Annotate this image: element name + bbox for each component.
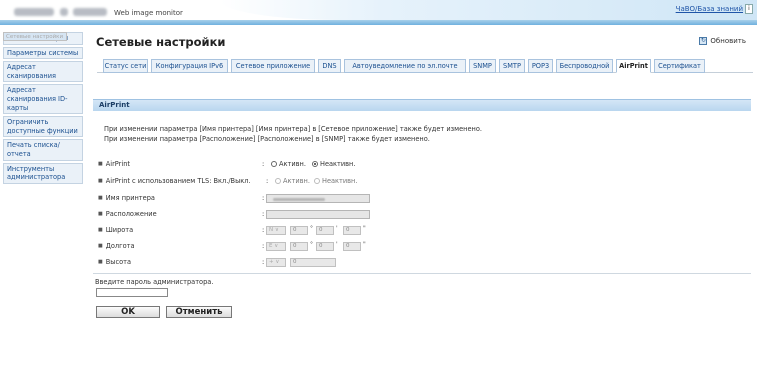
airprint-row: AirPrint : Активн. Неактивн. <box>98 160 748 170</box>
colon: : <box>262 194 265 202</box>
airprint-tls-label: AirPrint с использованием TLS: Вкл./Выкл… <box>98 177 251 185</box>
second-symbol: " <box>363 225 366 232</box>
latitude-label: Широта <box>98 226 133 234</box>
colon: : <box>262 160 265 168</box>
printer-name-label: Имя принтера <box>98 194 155 202</box>
radio-icon <box>271 161 277 167</box>
header-band <box>0 20 757 25</box>
admin-password-input[interactable] <box>96 288 168 297</box>
degree-symbol: ° <box>310 241 313 248</box>
degree-symbol: ° <box>310 225 313 232</box>
longitude-direction-select[interactable]: E ∨ <box>266 242 286 251</box>
longitude-degrees-input[interactable]: 0 <box>290 242 308 251</box>
airprint-tls-active-label: Активн. <box>283 177 310 185</box>
tab-wireless[interactable]: Беспроводной <box>556 59 613 73</box>
refresh-label: Обновить <box>710 37 746 45</box>
location-row: Расположение : <box>98 210 748 220</box>
password-label: Введите пароль администратора. <box>95 278 214 286</box>
tab-snmp[interactable]: SNMP <box>469 59 496 73</box>
colon: : <box>262 226 265 234</box>
tab-certificate[interactable]: Сертификат <box>654 59 705 73</box>
refresh-icon: ↻ <box>699 37 708 45</box>
model-name <box>73 8 107 16</box>
latitude-seconds-input[interactable]: 0 <box>343 226 361 235</box>
sidebar: Начальный экран Параметры системы Адреса… <box>3 32 83 186</box>
tab-ipv6-config[interactable]: Конфигурация IPv6 <box>151 59 228 73</box>
printer-name-input[interactable] <box>266 194 370 203</box>
page-title: Сетевые настройки <box>96 35 226 49</box>
second-symbol: " <box>363 241 366 248</box>
faq-link[interactable]: ЧаВО/База знаний <box>676 5 743 13</box>
airprint-active-label: Активн. <box>279 160 306 168</box>
colon: : <box>262 210 265 218</box>
longitude-row: Долгота : E ∨ 0 ° 0 ' 0 " <box>98 241 748 252</box>
latitude-degrees-input[interactable]: 0 <box>290 226 308 235</box>
longitude-seconds-input[interactable]: 0 <box>343 242 361 251</box>
tab-pop3[interactable]: POP3 <box>528 59 553 73</box>
altitude-row: Высота : + ∨ 0 <box>98 258 748 268</box>
brand-separator <box>60 8 68 16</box>
colon: : <box>266 177 269 185</box>
tab-email-notification[interactable]: Автоуведомление по эл.почте <box>344 59 466 73</box>
section-title: AirPrint <box>99 101 130 109</box>
ok-button[interactable]: OK <box>96 306 160 318</box>
airprint-tls-inactive-label: Неактивн. <box>322 177 358 185</box>
altitude-input[interactable]: 0 <box>290 258 336 267</box>
top-header: Web image monitor ЧаВО/База знаний i <box>0 0 757 25</box>
section-header: AirPrint <box>93 99 751 111</box>
sidebar-item-admin-tools[interactable]: Инструменты администратора <box>3 162 83 184</box>
tab-network-status[interactable]: Статус сети <box>103 59 148 73</box>
tab-dns[interactable]: DNS <box>318 59 341 73</box>
tab-bar: Статус сети Конфигурация IPv6 Сетевое пр… <box>97 59 753 73</box>
colon: : <box>262 242 265 250</box>
divider <box>93 273 751 274</box>
latitude-direction-select[interactable]: N ∨ <box>266 226 286 235</box>
longitude-minutes-input[interactable]: 0 <box>316 242 334 251</box>
airprint-tls-active-radio[interactable]: Активн. <box>275 177 310 185</box>
airprint-inactive-label: Неактивн. <box>320 160 356 168</box>
app-subtitle: Web image monitor <box>114 9 183 17</box>
printer-name-row: Имя принтера : <box>98 194 748 204</box>
tab-smtp[interactable]: SMTP <box>499 59 525 73</box>
airprint-inactive-radio[interactable]: Неактивн. <box>312 160 355 168</box>
tab-network-application[interactable]: Сетевое приложение <box>231 59 315 73</box>
airprint-label: AirPrint <box>98 160 130 168</box>
sidebar-item-scan-id-card[interactable]: Адресат сканирования ID-карты <box>3 84 83 115</box>
main-content: Сетевые настройки ↻ Обновить Статус сети… <box>90 28 754 368</box>
latitude-row: Широта : N ∨ 0 ° 0 ' 0 " <box>98 225 748 236</box>
altitude-sign-select[interactable]: + ∨ <box>266 258 286 267</box>
airprint-tls-inactive-radio[interactable]: Неактивн. <box>314 177 357 185</box>
radio-icon <box>314 178 320 184</box>
minute-symbol: ' <box>336 225 338 232</box>
info-text-location: При изменении параметра [Расположение] [… <box>104 135 430 143</box>
help-icon[interactable]: i <box>745 4 753 14</box>
minute-symbol: ' <box>336 241 338 248</box>
sidebar-item-system-settings[interactable]: Параметры системы <box>3 46 83 60</box>
tab-airprint[interactable]: AirPrint <box>616 59 651 73</box>
altitude-label: Высота <box>98 258 131 266</box>
sidebar-item-network-settings[interactable]: Сетевые настройки <box>3 32 68 41</box>
longitude-label: Долгота <box>98 242 135 250</box>
colon: : <box>262 258 265 266</box>
info-text-printer-name: При изменении параметра [Имя принтера] [… <box>104 125 482 133</box>
cancel-button[interactable]: Отменить <box>166 306 232 318</box>
radio-selected-icon <box>312 161 318 167</box>
location-label: Расположение <box>98 210 157 218</box>
location-input[interactable] <box>266 210 370 219</box>
radio-icon <box>275 178 281 184</box>
brand-logo <box>14 8 54 16</box>
airprint-active-radio[interactable]: Активн. <box>271 160 306 168</box>
latitude-minutes-input[interactable]: 0 <box>316 226 334 235</box>
sidebar-item-print-list[interactable]: Печать списка/ отчета <box>3 139 83 161</box>
sidebar-item-scan-destination[interactable]: Адресат сканирования <box>3 61 83 83</box>
sidebar-item-restrict-functions[interactable]: Ограничить доступные функции <box>3 116 83 138</box>
airprint-tls-row: AirPrint с использованием TLS: Вкл./Выкл… <box>98 177 748 187</box>
refresh-button[interactable]: ↻ Обновить <box>699 37 746 45</box>
